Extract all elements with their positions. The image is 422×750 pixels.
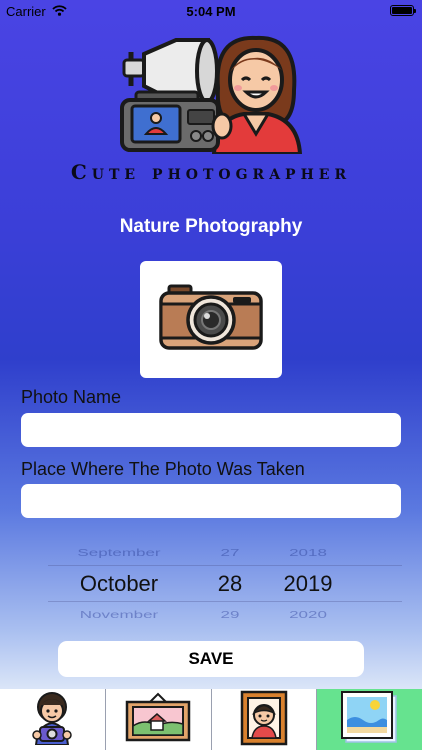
photo-picker[interactable] [140, 261, 282, 378]
picker-row-next[interactable]: November 29 2020 [0, 606, 422, 625]
beach-photo-icon [340, 690, 400, 749]
page-title: Nature Photography [119, 216, 303, 237]
picker-selected-year: 2019 [283, 571, 333, 596]
tab-photographer[interactable] [0, 689, 106, 750]
app-screen: Carrier 5:04 PM Cute photographer Nature… [0, 0, 422, 750]
picker-prev-month: September [77, 546, 161, 559]
tab-landscape[interactable] [105, 689, 212, 750]
photographer-logo [118, 30, 304, 159]
picker-selected-month: October [79, 571, 159, 596]
portrait-frame-icon [240, 688, 288, 750]
tab-beach[interactable] [317, 689, 422, 750]
picker-next-month: November [79, 608, 159, 621]
status-bar: Carrier 5:04 PM [0, 0, 422, 22]
picker-prev-year: 2018 [289, 546, 327, 559]
tab-bar [0, 689, 422, 750]
picker-divider-top [48, 565, 402, 566]
landscape-frame-icon [125, 692, 191, 747]
save-button[interactable]: SAVE [58, 641, 364, 677]
brand-title: Cute photographer [70, 160, 352, 184]
place-label: Place Where The Photo Was Taken [21, 459, 305, 479]
picker-divider-bottom [48, 601, 402, 602]
date-picker[interactable]: September 27 2018 October 28 2019 Novemb… [0, 536, 422, 632]
picker-selected-day: 28 [217, 571, 243, 596]
picker-row-prev[interactable]: September 27 2018 [0, 544, 422, 563]
photo-name-input[interactable] [21, 413, 401, 447]
picker-row-selected[interactable]: October 28 2019 [0, 569, 422, 599]
tab-portrait[interactable] [211, 688, 318, 750]
status-time: 5:04 PM [186, 4, 236, 19]
photo-name-label: Photo Name [21, 387, 122, 407]
place-input[interactable] [21, 484, 401, 518]
picker-next-day: 29 [220, 608, 240, 621]
photographer-icon [24, 689, 80, 750]
picker-prev-day: 27 [220, 546, 240, 559]
picker-next-year: 2020 [289, 608, 327, 621]
battery-icon [390, 5, 416, 16]
camera-icon [159, 284, 263, 355]
